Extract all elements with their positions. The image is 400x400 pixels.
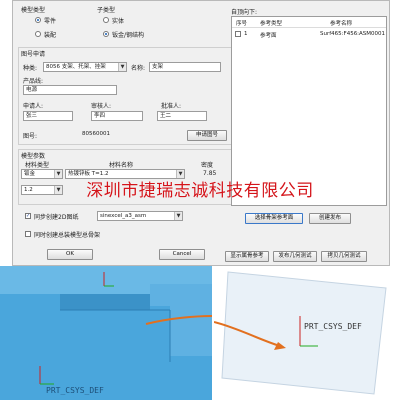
reviewer-input[interactable]: 李四 xyxy=(91,111,143,121)
left-model-graphic xyxy=(0,266,212,400)
right-model-graphic xyxy=(214,266,400,400)
product-line-label: 产品线: xyxy=(23,78,44,85)
kind-select-value: 8056 支架、托架、挂架 xyxy=(46,64,106,70)
approver-label: 批准人: xyxy=(161,103,182,110)
model-step-face xyxy=(60,294,150,310)
drawing-template-select[interactable]: sinexcel_a3_asm ▼ xyxy=(97,211,183,221)
select-ref-button[interactable]: 选择骨架参考面 xyxy=(245,213,303,224)
row-no: 1 xyxy=(244,31,248,37)
ok-button[interactable]: OK xyxy=(47,249,93,260)
cancel-button[interactable]: Cancel xyxy=(159,249,205,260)
create-2d-checkbox[interactable]: ✓ xyxy=(25,213,31,219)
approver-input[interactable]: 王二 xyxy=(157,111,207,121)
top-down-title: 自顶向下: xyxy=(231,9,258,16)
create-publish-button[interactable]: 创建发布 xyxy=(309,213,351,224)
applicant-label: 申请人: xyxy=(23,103,44,110)
col-ref-type-header: 参考类型 xyxy=(260,21,283,27)
applicant-input[interactable]: 张三 xyxy=(23,111,73,121)
company-watermark: 深圳市捷瑞志诚科技有限公司 xyxy=(86,181,314,201)
solid-radio[interactable] xyxy=(103,17,109,23)
kind-label: 种类: xyxy=(23,65,38,72)
chevron-down-icon[interactable]: ▼ xyxy=(174,212,182,220)
name-label: 名称: xyxy=(131,65,146,72)
part-radio[interactable] xyxy=(35,17,41,23)
sheetmetal-radio-label: 钣金/钢结构 xyxy=(112,32,145,39)
drawing-no-label: 图号: xyxy=(23,133,38,140)
table-header-divider xyxy=(232,27,386,28)
right-model-view[interactable]: PRT_CSYS_DEF xyxy=(214,266,400,400)
drawing-template-value: sinexcel_a3_asm xyxy=(100,213,147,219)
publish-geom-button[interactable]: 发布几何测试 xyxy=(273,251,317,262)
row-checkbox[interactable] xyxy=(235,31,241,37)
copy-geom-button[interactable]: 拷贝几何测试 xyxy=(321,251,367,262)
drawing-no-value: 80560001 xyxy=(82,131,110,137)
row-ref-name: Surf465:F456:ASM0001 xyxy=(320,31,386,37)
solid-radio-label: 实体 xyxy=(112,18,125,25)
chevron-down-icon[interactable]: ▼ xyxy=(118,63,126,71)
material-name-header: 材料名称 xyxy=(109,162,134,169)
product-line-input[interactable]: 电源 xyxy=(23,85,117,95)
row-ref-type: 参考面 xyxy=(260,33,277,39)
left-model-view[interactable]: PRT_CSYS_DEF xyxy=(0,266,212,400)
show-ref-button[interactable]: 显示属骨参考 xyxy=(225,251,269,262)
model-type-title: 模型类型 xyxy=(21,7,46,14)
model-params-title: 模型参数 xyxy=(21,153,46,160)
sub-type-title: 子类型 xyxy=(97,7,116,14)
col-ref-name-header: 参考名称 xyxy=(330,21,353,27)
kind-select[interactable]: 8056 支架、托架、挂架 ▼ xyxy=(43,62,127,72)
request-drawing-no-button[interactable]: 申请图号 xyxy=(187,130,227,141)
assembly-radio[interactable] xyxy=(35,31,41,37)
reviewer-label: 审核人: xyxy=(91,103,112,110)
part-radio-label: 零件 xyxy=(44,18,57,25)
create-asm-label: 同时创建总装模型总骨架 xyxy=(34,232,101,239)
create-asm-checkbox[interactable] xyxy=(25,231,31,237)
table-row[interactable]: 1 参考面 Surf465:F456:ASM0001 xyxy=(232,29,386,39)
model-create-dialog: 模型类型 零件 装配 子类型 实体 钣金/钢结构 图号申请 种类: 8056 支… xyxy=(12,0,390,266)
density-header: 密度 xyxy=(201,162,214,169)
create-2d-label: 同步创建2D图纸 xyxy=(34,214,79,221)
left-csys-label: PRT_CSYS_DEF xyxy=(46,386,104,395)
material-type-header: 材料类型 xyxy=(25,162,50,169)
sheetmetal-radio[interactable] xyxy=(103,31,109,37)
right-csys-label: PRT_CSYS_DEF xyxy=(304,322,362,331)
drawing-request-title: 图号申请 xyxy=(21,51,46,58)
name-input[interactable]: 支架 xyxy=(149,62,221,72)
col-no-header: 序号 xyxy=(236,21,248,27)
assembly-radio-label: 装配 xyxy=(44,32,57,39)
